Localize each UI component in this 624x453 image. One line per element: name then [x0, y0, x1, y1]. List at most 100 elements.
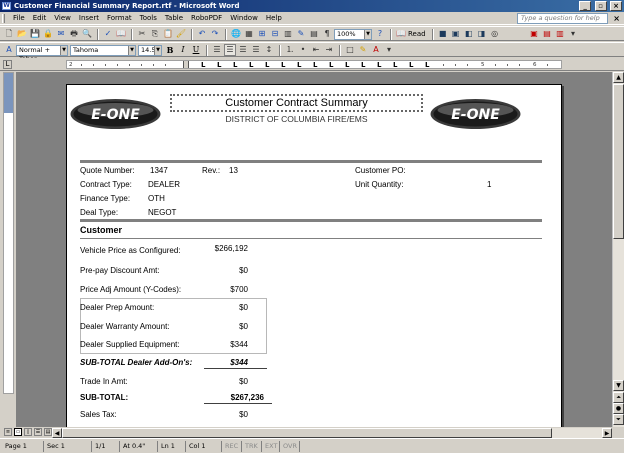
print-preview-icon[interactable]: 🔍 [81, 28, 93, 40]
document-close-icon[interactable]: × [613, 13, 620, 24]
align-right-icon[interactable]: ☰ [237, 44, 249, 56]
redo-icon[interactable]: ↷ [209, 28, 221, 40]
align-center-icon[interactable]: ☰ [224, 44, 236, 56]
outline-view-icon[interactable]: ☰ [34, 428, 42, 436]
tab-stop-icon[interactable]: L [265, 61, 269, 68]
research-icon[interactable]: 📖 [115, 28, 127, 40]
document-title[interactable]: Customer Contract Summary [170, 94, 423, 112]
tab-stop-icon[interactable]: L [201, 61, 205, 68]
menu-file[interactable]: File [9, 12, 29, 25]
status-ext[interactable]: EXT [262, 441, 280, 452]
indent-marker[interactable] [183, 61, 189, 68]
scroll-left-icon[interactable]: ◀ [52, 428, 62, 438]
maximize-button[interactable]: ▫ [594, 1, 607, 11]
read-mode-icon[interactable]: 📖 [395, 28, 407, 40]
word-app-icon[interactable]: W [2, 2, 11, 10]
zoom-select[interactable]: 100% ▼ [334, 28, 372, 40]
spelling-icon[interactable]: ✓ [102, 28, 114, 40]
font-size-select[interactable]: 14.5 ▼ [138, 44, 162, 56]
menu-tools[interactable]: Tools [136, 12, 161, 25]
bullets-icon[interactable]: • [297, 44, 309, 56]
drawing-icon[interactable]: ✎ [295, 28, 307, 40]
tab-stop-icon[interactable]: L [249, 61, 253, 68]
document-page[interactable]: E-ONE E-ONE Customer Contract Summary DI… [66, 84, 562, 427]
tab-stop-icon[interactable]: L [297, 61, 301, 68]
style-dropdown-icon[interactable]: ▼ [60, 45, 67, 55]
zoom-dropdown-icon[interactable]: ▼ [364, 29, 371, 39]
document-area[interactable]: E-ONE E-ONE Customer Contract Summary DI… [16, 72, 612, 427]
status-rec[interactable]: REC [222, 441, 242, 452]
addin-icon-3[interactable]: ◧ [463, 28, 475, 40]
tab-stop-icon[interactable]: L [393, 61, 397, 68]
tab-stop-icon[interactable]: L [281, 61, 285, 68]
numbering-icon[interactable]: ⒈ [284, 44, 296, 56]
underline-button[interactable]: U [190, 44, 202, 56]
tab-selector[interactable]: L [3, 60, 12, 69]
horizontal-scroll-thumb[interactable] [62, 428, 552, 438]
tab-stop-icon[interactable]: L [409, 61, 413, 68]
justify-icon[interactable]: ☰ [250, 44, 262, 56]
previous-page-icon[interactable]: ⏶ [613, 392, 624, 403]
toolbar-options-icon[interactable]: ▾ [383, 44, 395, 56]
font-color-icon[interactable]: A [370, 44, 382, 56]
tab-stop-icon[interactable]: L [313, 61, 317, 68]
tab-stop-icon[interactable]: L [217, 61, 221, 68]
tab-stop-icon[interactable]: L [377, 61, 381, 68]
email-icon[interactable]: ✉ [55, 28, 67, 40]
new-document-icon[interactable]: 🗋 [3, 28, 15, 40]
tab-stop-icon[interactable]: L [329, 61, 333, 68]
italic-button[interactable]: I [177, 44, 189, 56]
read-button[interactable]: Read [408, 30, 426, 38]
scroll-down-icon[interactable]: ▼ [613, 380, 624, 391]
help-search-input[interactable]: Type a question for help [517, 13, 608, 24]
addin-icon-2[interactable]: ▣ [450, 28, 462, 40]
vertical-scroll-thumb[interactable] [613, 84, 624, 239]
scroll-right-icon[interactable]: ▶ [602, 428, 612, 438]
menu-table[interactable]: Table [161, 12, 187, 25]
cut-icon[interactable]: ✂ [136, 28, 148, 40]
scroll-up-icon[interactable]: ▲ [613, 72, 624, 83]
robopdf-icon-1[interactable]: ▣ [528, 28, 540, 40]
tab-stop-icon[interactable]: L [345, 61, 349, 68]
browse-object-icon[interactable]: ● [613, 403, 624, 414]
horizontal-scrollbar[interactable]: ◀ ▶ [52, 428, 612, 438]
next-page-icon[interactable]: ⏷ [613, 414, 624, 425]
styles-pane-icon[interactable]: A [3, 44, 15, 56]
copy-icon[interactable]: ⎘ [149, 28, 161, 40]
help-icon[interactable]: ? [374, 28, 386, 40]
status-ovr[interactable]: OVR [280, 441, 300, 452]
menu-window[interactable]: Window [226, 12, 262, 25]
normal-view-icon[interactable]: ≡ [4, 428, 12, 436]
robopdf-icon-3[interactable]: ▥ [554, 28, 566, 40]
menu-format[interactable]: Format [103, 12, 136, 25]
increase-indent-icon[interactable]: ⇥ [323, 44, 335, 56]
hyperlink-icon[interactable]: 🌐 [230, 28, 242, 40]
robopdf-icon-2[interactable]: ▤ [541, 28, 553, 40]
print-layout-view-icon[interactable]: ▯ [24, 428, 32, 436]
minimize-button[interactable]: _ [579, 1, 592, 11]
document-map-icon[interactable]: ▤ [308, 28, 320, 40]
undo-icon[interactable]: ↶ [196, 28, 208, 40]
format-painter-icon[interactable]: 🖌 [175, 28, 187, 40]
save-icon[interactable]: 💾 [29, 28, 41, 40]
tab-stop-icon[interactable]: L [233, 61, 237, 68]
close-button[interactable]: × [610, 1, 622, 11]
align-left-icon[interactable]: ☰ [211, 44, 223, 56]
line-spacing-icon[interactable]: ↕ [263, 44, 275, 56]
insert-excel-icon[interactable]: ⊟ [269, 28, 281, 40]
tables-borders-icon[interactable]: ▦ [243, 28, 255, 40]
vertical-scrollbar[interactable]: ▲ ▼ ⏶ ● ⏷ [612, 72, 624, 427]
menu-grip[interactable] [2, 14, 5, 23]
columns-icon[interactable]: ▥ [282, 28, 294, 40]
style-select[interactable]: Normal + Tahor ▼ [16, 44, 68, 63]
show-hide-icon[interactable]: ¶ [321, 28, 333, 40]
font-dropdown-icon[interactable]: ▼ [128, 45, 135, 55]
menu-help[interactable]: Help [262, 12, 286, 25]
print-icon[interactable]: 🖶 [68, 28, 80, 40]
permission-icon[interactable]: 🔒 [42, 28, 54, 40]
menu-robopdf[interactable]: RoboPDF [187, 12, 226, 25]
menu-view[interactable]: View [50, 12, 75, 25]
tab-stop-icon[interactable]: L [361, 61, 365, 68]
status-trk[interactable]: TRK [242, 441, 262, 452]
font-size-dropdown-icon[interactable]: ▼ [154, 45, 161, 55]
